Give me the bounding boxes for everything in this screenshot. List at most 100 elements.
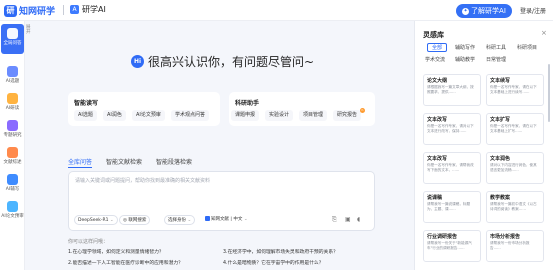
sidebar-item-label: AI辅写 bbox=[5, 187, 20, 192]
read-icon bbox=[7, 93, 18, 104]
site-logo[interactable]: 研 知网研学 bbox=[4, 4, 55, 17]
panel-tab-writing[interactable]: 辅助写作 bbox=[455, 44, 475, 51]
tab-smart-literature-search[interactable]: 智能文献检索 bbox=[106, 157, 142, 166]
question-input-placeholder[interactable]: 请输入关键词或问题提问，帮助你找到最准确的相关文献资料 bbox=[75, 177, 210, 184]
model-selector[interactable]: DeepSeek-R1 ⌄ bbox=[74, 215, 118, 225]
ai-badge-icon: ✦ bbox=[462, 7, 470, 15]
prompt-card-title: 教学教案 bbox=[490, 195, 511, 201]
prompt-card-desc: 你是一名写作专家，请帮我改写下面的文本，…… bbox=[427, 163, 474, 172]
chip-ai-polish[interactable]: AI润色 bbox=[103, 110, 126, 121]
prompt-card[interactable]: 文本续写 你是一名写作专家，请在以下文本基础上进行续写…… bbox=[486, 74, 544, 106]
prompt-card[interactable]: 论文大纲 请根据我写一篇文章大纲，按照要求，提供…… bbox=[423, 74, 481, 106]
learn-ai-button[interactable]: ✦ 了解研学AI bbox=[456, 4, 512, 18]
sidebar-item-ai-topic[interactable]: AI选题 bbox=[0, 66, 25, 84]
login-link[interactable]: 登录/注册 bbox=[520, 6, 546, 15]
tab-full-library-qa[interactable]: 全库问答 bbox=[68, 157, 92, 166]
voice-icon[interactable]: ◖ bbox=[357, 216, 360, 223]
topic-icon bbox=[7, 66, 18, 77]
chat-icon bbox=[7, 28, 18, 39]
chip-research-report[interactable]: 研究报告 bbox=[333, 110, 362, 121]
logo-icon: 研 bbox=[4, 4, 17, 17]
prompt-card-title: 文本续写 bbox=[490, 78, 511, 84]
research-assistant-title: 科研助手 bbox=[235, 100, 260, 107]
prompt-card-title: 论文大纲 bbox=[427, 78, 448, 84]
prompt-card[interactable]: 教学教案 请帮我写一篇初中语文《以古诗词的阅读》教案…… bbox=[486, 191, 544, 223]
prompt-card-desc: 请帮我写一篇说课稿，标题为，主题、课…… bbox=[427, 202, 471, 211]
sidebar-item-topic-research[interactable]: 专题研究 bbox=[0, 120, 25, 138]
sidebar-item-label: AI研读 bbox=[5, 106, 20, 111]
suggestion-item[interactable]: 2.能否描述一下人工智能在医疗诊断中的应用和潜力？ bbox=[68, 259, 183, 266]
active-tab-underline bbox=[68, 167, 92, 168]
prompt-card-title: 文本润色 bbox=[490, 156, 511, 162]
close-icon[interactable]: × bbox=[541, 29, 547, 37]
prompt-card[interactable]: 说课稿 请帮我写一篇说课稿，标题为，主题、课…… bbox=[423, 191, 481, 223]
write-icon bbox=[7, 174, 18, 185]
prompt-card[interactable]: 文本改写 你是一名写作专家，请帮我改写下面的文本，…… bbox=[423, 152, 481, 184]
prompt-card-desc: 请帮我写一篇初中语文《以古诗词的阅读》教案…… bbox=[490, 202, 537, 211]
image-upload-icon[interactable]: ▣ bbox=[345, 216, 351, 223]
panel-tab-all[interactable]: 全部 bbox=[427, 43, 448, 52]
question-input-box[interactable]: 请输入关键词或问题提问，帮助你找到最准确的相关文献资料 DeepSeek-R1 … bbox=[68, 171, 438, 231]
identity-selector[interactable]: 选择身份 ⌄ bbox=[164, 215, 196, 225]
hi-badge-icon: Hi bbox=[131, 55, 144, 68]
panel-tab-research-tools[interactable]: 科研工具 bbox=[486, 44, 506, 51]
top-bar: 研 知网研学 A 研学AI ✦ 了解研学AI 登录/注册 bbox=[0, 0, 553, 21]
chevron-down-icon: ⌄ bbox=[187, 218, 192, 223]
prompt-card[interactable]: 文本润色 请对以下内容进行润色，使其语言更加流畅…… bbox=[486, 152, 544, 184]
model-selector-label: DeepSeek-R1 bbox=[78, 218, 109, 223]
panel-tab-teaching[interactable]: 辅助教学 bbox=[455, 56, 475, 63]
prompt-card-desc: 请帮我写一份市场分析报告…… bbox=[490, 241, 530, 250]
prompt-card-desc: 你是一名写作专家，请在以下文本基础上扩写…… bbox=[490, 124, 537, 133]
suggestion-item[interactable]: 1.在心理学领域，如何定义和测量情绪智力？ bbox=[68, 248, 164, 255]
panel-tab-research-projects[interactable]: 科研项目 bbox=[517, 44, 537, 51]
chip-project-apply[interactable]: 课题申报 bbox=[231, 110, 260, 121]
sidebar-item-ai-precheck[interactable]: AI论文预审 bbox=[0, 201, 25, 219]
ai-logo-icon: A bbox=[70, 5, 79, 14]
subbrand-text: 研学AI bbox=[82, 5, 106, 14]
chip-academic-qa[interactable]: 学术观点问答 bbox=[171, 110, 210, 121]
prompt-card-title: 文本改写 bbox=[427, 156, 448, 162]
sidebar-item-global-qa[interactable]: 全局问答 bbox=[0, 28, 25, 46]
chip-experiment-design[interactable]: 实验设计 bbox=[265, 110, 294, 121]
panel-scrollbar[interactable] bbox=[548, 64, 550, 122]
sidebar-expand-toggle[interactable]: 展开 bbox=[26, 25, 32, 35]
tab-smart-paragraph-search[interactable]: 智能段落检索 bbox=[156, 157, 192, 166]
smart-read-card: 智能读写 AI选题 AI润色 AI论文预审 学术观点问答 bbox=[68, 92, 220, 126]
prompt-card[interactable]: 行业调研报告 请帮我写一份关于"新能源汽车"行业的调研报告…… bbox=[423, 230, 481, 262]
suggestion-item[interactable]: 3.在经济学中，如何理解市场失灵和政府干预的关系？ bbox=[223, 248, 338, 255]
hot-badge-icon: h bbox=[360, 108, 365, 113]
prompt-card[interactable]: 文本改写 你是一名写作专家，请对以下文本进行改写，保持…… bbox=[423, 113, 481, 145]
prompt-card[interactable]: 文本扩写 你是一名写作专家，请在以下文本基础上扩写…… bbox=[486, 113, 544, 145]
hero-greeting: Hi 很高兴认识你，有问题尽管问~ bbox=[131, 53, 314, 70]
prompt-card-title: 文本扩写 bbox=[490, 117, 511, 123]
smart-read-title: 智能读写 bbox=[74, 100, 99, 107]
sidebar-item-lit-review[interactable]: 文献综述 bbox=[0, 147, 25, 165]
panel-tab-daily-management[interactable]: 日常管理 bbox=[486, 56, 506, 63]
prompt-card-desc: 你是一名写作专家，请在以下文本基础上进行续写…… bbox=[490, 85, 537, 94]
suggestion-item[interactable]: 4.什么是暗物质？它在宇宙学中的作用是什么？ bbox=[223, 259, 324, 266]
sidebar-item-ai-write[interactable]: AI辅写 bbox=[0, 174, 25, 192]
logo-divider bbox=[63, 5, 64, 15]
chip-project-manage[interactable]: 项目管理 bbox=[299, 110, 328, 121]
prompt-card-title: 文本改写 bbox=[427, 117, 448, 123]
prompt-card[interactable]: 市场分析报告 请帮我写一份市场分析报告…… bbox=[486, 230, 544, 262]
prompt-card-title: 市场分析报告 bbox=[490, 234, 521, 240]
checkbox-icon bbox=[205, 216, 210, 221]
prompt-card-desc: 请根据我写一篇文章大纲，按照要求，提供…… bbox=[427, 85, 474, 94]
web-search-toggle[interactable]: ◎ 联网搜索 bbox=[119, 215, 151, 225]
knowledge-base-label: 知网文献 | 中文 bbox=[211, 217, 243, 222]
sidebar-item-ai-read[interactable]: AI研读 bbox=[0, 93, 25, 111]
knowledge-base-selector[interactable]: 知网文献 | 中文 ⌄ bbox=[205, 215, 248, 225]
subbrand[interactable]: A 研学AI bbox=[70, 4, 106, 15]
chip-ai-topic[interactable]: AI选题 bbox=[74, 110, 97, 121]
logo-text: 知网研学 bbox=[19, 7, 56, 17]
inspiration-panel: 灵感库 × 全部 辅助写作 科研工具 科研项目 学术交流 辅助教学 日常管理 论… bbox=[414, 21, 553, 270]
chip-ai-precheck[interactable]: AI论文预审 bbox=[132, 110, 165, 121]
prompt-card-title: 说课稿 bbox=[427, 195, 443, 201]
prompt-card-desc: 请帮我写一份关于"新能源汽车"行业的调研报告…… bbox=[427, 241, 472, 250]
identity-selector-label: 选择身份 bbox=[168, 218, 186, 223]
panel-tab-academic-exchange[interactable]: 学术交流 bbox=[425, 56, 445, 63]
attachment-icon[interactable]: ⎘ bbox=[332, 216, 337, 224]
sidebar-item-label: 专题研究 bbox=[3, 133, 22, 138]
left-sidebar: 全局问答 AI选题 AI研读 专题研究 文献综述 AI辅写 AI论文预审 bbox=[0, 21, 25, 270]
